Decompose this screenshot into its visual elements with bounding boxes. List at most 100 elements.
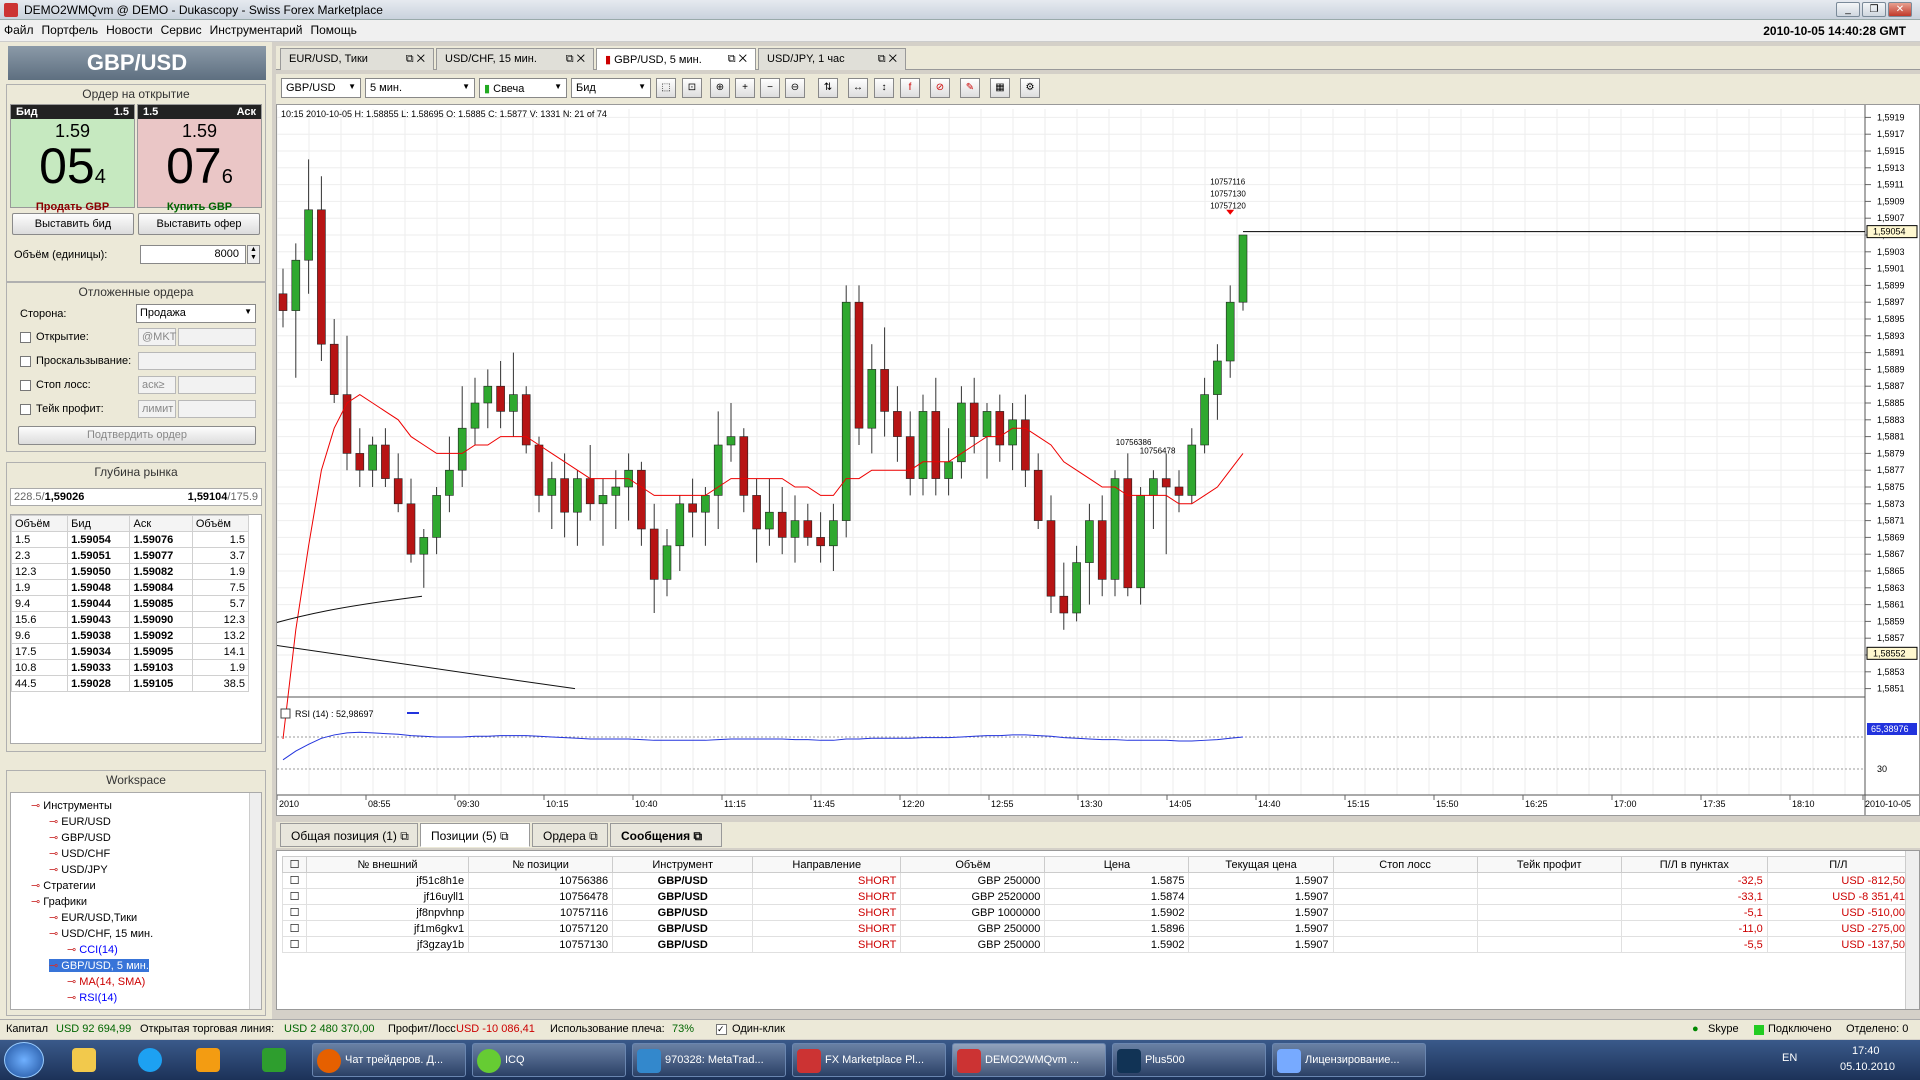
task-dukascopy[interactable]: DEMO2WMQvm ... xyxy=(952,1043,1106,1077)
tray-time[interactable]: 17:40 xyxy=(1852,1045,1880,1057)
tab-usdchf-15m[interactable]: USD/CHF, 15 мин. ⧉ ✕ xyxy=(436,48,594,70)
task-licensing[interactable]: Лицензирование... xyxy=(1272,1043,1426,1077)
settings-icon[interactable]: ⚙ xyxy=(1020,78,1040,98)
period-select[interactable]: 5 мин. ▼ xyxy=(365,78,475,98)
menu-help[interactable]: Помощь xyxy=(307,20,361,40)
tab-eurusd-ticks[interactable]: EUR/USD, Тики ⧉ ✕ xyxy=(280,48,434,70)
stop-loss-checkbox[interactable] xyxy=(20,380,31,391)
position-row[interactable]: ☐ jf1m6gkv1 10757120 GBP/USD SHORT GBP 250000… xyxy=(282,920,1911,937)
volume-stepper[interactable]: ▲ ▼ xyxy=(247,245,260,264)
tree-usdjpy[interactable]: ⊸ USD/JPY xyxy=(49,863,108,876)
menu-portfolio[interactable]: Портфель xyxy=(38,20,103,40)
start-button[interactable] xyxy=(4,1042,44,1078)
stop-loss-condition[interactable]: аск≥ xyxy=(138,376,176,394)
explorer-icon[interactable] xyxy=(72,1048,96,1072)
language-indicator[interactable]: EN xyxy=(1782,1052,1797,1064)
row-checkbox[interactable]: ☐ xyxy=(282,888,307,905)
vertical-stretch-icon[interactable]: ↕ xyxy=(874,78,894,98)
depth-row[interactable]: 44.5 1.59028 1.59105 38.5 xyxy=(10,675,250,692)
instrument-select[interactable]: GBP/USD ▼ xyxy=(281,78,361,98)
tree-usdchf[interactable]: ⊸ USD/CHF xyxy=(49,847,110,860)
stop-loss-input[interactable] xyxy=(178,376,256,394)
chart-type-select[interactable]: ▮ Свеча ▼ xyxy=(479,78,567,98)
positions-header-cell[interactable]: № позиции xyxy=(468,856,614,873)
tree-cci[interactable]: ⊸ CCI(14) xyxy=(67,943,118,956)
depth-row[interactable]: 15.6 1.59043 1.59090 12.3 xyxy=(10,611,250,628)
tree-chart-gbpusd-5m[interactable]: ⊸ GBP/USD, 5 мин. xyxy=(49,959,149,972)
open-price-value[interactable] xyxy=(178,328,256,346)
close-button[interactable]: ✕ xyxy=(1888,2,1912,17)
skype-icon[interactable]: ● xyxy=(1692,1023,1699,1035)
tree-instruments[interactable]: ⊸ Инструменты xyxy=(31,799,112,812)
close-icon[interactable]: ⧉ ✕ xyxy=(728,53,747,66)
side-select[interactable]: Продажа ▼ xyxy=(136,304,256,323)
price-side-select[interactable]: Бид ▼ xyxy=(571,78,651,98)
row-checkbox[interactable]: ☐ xyxy=(282,936,307,953)
positions-header-cell[interactable]: Стоп лосс xyxy=(1332,856,1478,873)
zoom-in-icon[interactable]: + xyxy=(735,78,755,98)
close-icon[interactable]: ⧉ ✕ xyxy=(406,53,425,66)
zoom-reset-icon[interactable]: ⊖ xyxy=(785,78,805,98)
tab-total-position[interactable]: Общая позиция (1) ⧉ xyxy=(280,823,418,847)
depth-row[interactable]: 1.9 1.59048 1.59084 7.5 xyxy=(10,579,250,596)
pencil-icon[interactable]: ✎ xyxy=(960,78,980,98)
tray-date[interactable]: 05.10.2010 xyxy=(1840,1061,1895,1073)
tree-chart-usdchf-15m[interactable]: ⊸ USD/CHF, 15 мин. xyxy=(49,927,153,940)
positions-header-cell[interactable]: Тейк профит xyxy=(1476,856,1622,873)
skype-taskbar-icon[interactable] xyxy=(138,1048,162,1072)
tree-ma[interactable]: ⊸ MA(14, SMA) xyxy=(67,975,145,988)
select-all-checkbox[interactable]: ☐ xyxy=(282,856,307,873)
positions-header-cell[interactable]: П/Л в пунктах xyxy=(1620,856,1768,873)
close-icon[interactable]: ⧉ ✕ xyxy=(878,53,897,66)
position-row[interactable]: ☐ jf8npvhnp 10757116 GBP/USD SHORT GBP 100000… xyxy=(282,904,1911,921)
positions-header-cell[interactable]: П/Л xyxy=(1766,856,1911,873)
tree-gbpusd[interactable]: ⊸ GBP/USD xyxy=(49,831,111,844)
tab-usdjpy-1h[interactable]: USD/JPY, 1 час ⧉ ✕ xyxy=(758,48,906,70)
tab-orders[interactable]: Ордера ⧉ xyxy=(532,823,608,847)
menu-file[interactable]: Файл xyxy=(0,20,38,40)
depth-row[interactable]: 9.4 1.59044 1.59085 5.7 xyxy=(10,595,250,612)
task-metatrader[interactable]: 970328: MetaTrad... xyxy=(632,1043,786,1077)
tree-chart-eurusd-ticks[interactable]: ⊸ EUR/USD,Тики xyxy=(49,911,137,924)
confirm-order-button[interactable]: Подтвердить ордер xyxy=(18,426,256,445)
row-checkbox[interactable]: ☐ xyxy=(282,872,307,889)
depth-row[interactable]: 17.5 1.59034 1.59095 14.1 xyxy=(10,643,250,660)
drawing-tool-icon[interactable]: ⊘ xyxy=(930,78,950,98)
depth-row[interactable]: 12.3 1.59050 1.59082 1.9 xyxy=(10,563,250,580)
popout-icon[interactable]: ⧉ xyxy=(694,829,703,843)
menu-news[interactable]: Новости xyxy=(102,20,156,40)
zoom-fit-icon[interactable]: ⊕ xyxy=(710,78,730,98)
minimize-button[interactable]: _ xyxy=(1836,2,1860,17)
slippage-input[interactable] xyxy=(138,352,256,370)
lock-icon[interactable]: ⊡ xyxy=(682,78,702,98)
close-icon[interactable]: ⧉ ✕ xyxy=(566,53,585,66)
open-price-input[interactable]: @MKT xyxy=(138,328,176,346)
slippage-checkbox[interactable] xyxy=(20,356,31,367)
positions-header-cell[interactable]: Объём xyxy=(900,856,1046,873)
positions-header-cell[interactable]: Направление xyxy=(752,856,902,873)
position-row[interactable]: ☐ jf51c8h1e 10756386 GBP/USD SHORT GBP 250000… xyxy=(282,872,1911,889)
maximize-button[interactable]: ❐ xyxy=(1862,2,1886,17)
zoom-out-icon[interactable]: − xyxy=(760,78,780,98)
price-chart[interactable]: 1,5919 1,5917 1,5915 1,5913 1,5911 1,5909 1,59… xyxy=(276,104,1920,816)
task-fx-marketplace[interactable]: FX Marketplace Pl... xyxy=(792,1043,946,1077)
position-row[interactable]: ☐ jf3gzay1b 10757130 GBP/USD SHORT GBP 250000… xyxy=(282,936,1911,953)
take-profit-checkbox[interactable] xyxy=(20,404,31,415)
position-row[interactable]: ☐ jf16uyll1 10756478 GBP/USD SHORT GBP 252000… xyxy=(282,888,1911,905)
task-firefox[interactable]: Чат трейдеров. Д... xyxy=(312,1043,466,1077)
depth-row[interactable]: 1.5 1.59054 1.59076 1.5 xyxy=(10,531,250,548)
open-checkbox[interactable] xyxy=(20,332,31,343)
tab-messages[interactable]: Сообщения ⧉ xyxy=(610,823,722,847)
place-offer-button[interactable]: Выставить офер xyxy=(138,213,260,235)
horizontal-stretch-icon[interactable]: ↔ xyxy=(848,78,868,98)
media-player-icon[interactable] xyxy=(196,1048,220,1072)
depth-row[interactable]: 10.8 1.59033 1.59103 1.9 xyxy=(10,659,250,676)
popout-icon[interactable]: ⧉ xyxy=(589,829,598,843)
task-icq[interactable]: ICQ xyxy=(472,1043,626,1077)
positions-header-cell[interactable]: Текущая цена xyxy=(1188,856,1334,873)
positions-header-cell[interactable]: № внешний xyxy=(305,856,470,873)
popout-icon[interactable]: ⧉ xyxy=(400,829,409,843)
ask-quote[interactable]: 1.5 Аск 1.59 076 Купить GBP xyxy=(137,104,262,213)
oneclick-checkbox[interactable]: ✓ xyxy=(716,1024,727,1035)
positions-scrollbar[interactable] xyxy=(1905,851,1919,1009)
